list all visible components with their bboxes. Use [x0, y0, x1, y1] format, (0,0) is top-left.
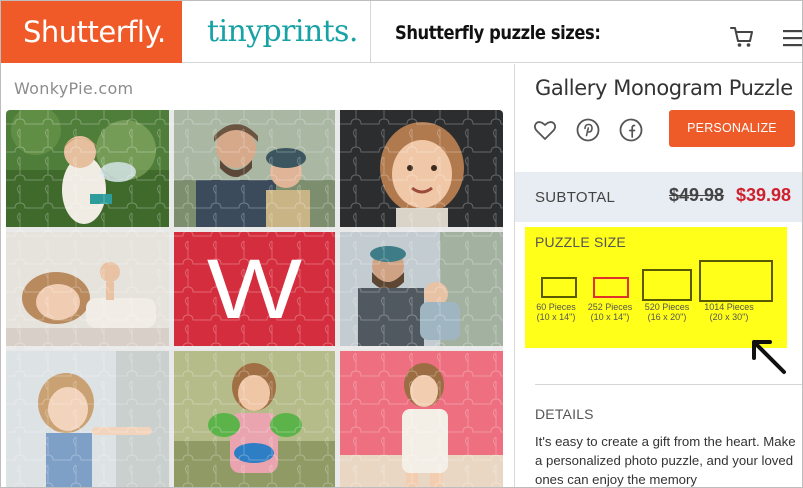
size-option-60[interactable]: 60 Pieces (10 x 14"): [531, 271, 577, 322]
monogram-tile: W: [174, 232, 335, 346]
photo-tile-father-child: [174, 110, 335, 227]
watermark-text: WonkyPie.com: [14, 79, 134, 98]
details-text: It's easy to create a gift from the hear…: [535, 434, 796, 487]
subtotal-label: SUBTOTAL: [535, 189, 616, 206]
size-dims-label: (20 x 30"): [709, 312, 749, 322]
size-dims-label: (16 x 20"): [647, 312, 687, 322]
original-price: $49.98: [669, 185, 725, 205]
tinyprints-logo[interactable]: tinyprints.: [182, 1, 371, 63]
photo-tile-girl-water: [6, 110, 169, 227]
product-title: Gallery Monogram Puzzle: [535, 76, 793, 100]
subtotal-bar: SUBTOTAL $49.98 $39.98: [515, 172, 802, 222]
size-swatch: [642, 269, 692, 301]
photo-tile-girl-pink-wall: [340, 351, 503, 487]
page-title: Shutterfly puzzle sizes:: [395, 22, 601, 44]
hamburger-menu-icon[interactable]: [782, 29, 802, 49]
arrow-icon: [748, 336, 788, 376]
personalize-button[interactable]: PERSONALIZE: [669, 110, 795, 147]
size-dims-label: (10 x 14"): [590, 312, 630, 322]
size-option-1014[interactable]: 1014 Pieces (20 x 30"): [697, 260, 779, 322]
puzzle-size-heading: PUZZLE SIZE: [535, 234, 626, 250]
details-heading: DETAILS: [535, 406, 594, 422]
photo-tile-smiling-girl: [340, 110, 503, 227]
sale-price: $39.98: [736, 185, 792, 205]
photo-tile-man-baby: [340, 232, 503, 346]
size-pieces-label: 252 Pieces: [587, 302, 633, 312]
puzzle-preview[interactable]: W: [6, 110, 503, 487]
top-navigation-bar: Shutterfly. tinyprints. Shutterfly puzzl…: [1, 1, 802, 63]
size-pieces-label: 520 Pieces: [644, 302, 690, 312]
size-option-520[interactable]: 520 Pieces (16 x 20"): [639, 269, 695, 322]
photo-tile-girl-lying: [6, 232, 169, 346]
facebook-icon[interactable]: [619, 118, 643, 142]
page-frame: Shutterfly. tinyprints. Shutterfly puzzl…: [0, 0, 803, 488]
size-swatch: [699, 260, 773, 302]
shutterfly-logo[interactable]: Shutterfly.: [1, 1, 182, 63]
pinterest-icon[interactable]: [576, 118, 600, 142]
size-option-252[interactable]: 252 Pieces (10 x 14"): [581, 271, 632, 322]
product-panel: Gallery Monogram Puzzle PERSONALIZE SUBT…: [514, 64, 802, 487]
photo-tile-girl-floaties: [174, 351, 335, 487]
size-swatch-selected: [593, 277, 629, 298]
size-swatch: [541, 277, 577, 298]
size-pieces-label: 1014 Pieces: [704, 302, 754, 312]
size-pieces-label: 60 Pieces: [536, 302, 576, 312]
size-dims-label: (10 x 14"): [536, 312, 576, 322]
puzzle-size-selector: PUZZLE SIZE 60 Pieces (10 x 14") 252 Pie…: [525, 227, 787, 348]
photo-tile-girl-reaching: [6, 351, 169, 487]
heart-icon[interactable]: [533, 118, 557, 142]
monogram-letter: W: [206, 242, 303, 336]
cart-icon[interactable]: [730, 26, 754, 48]
section-divider: [535, 384, 802, 385]
